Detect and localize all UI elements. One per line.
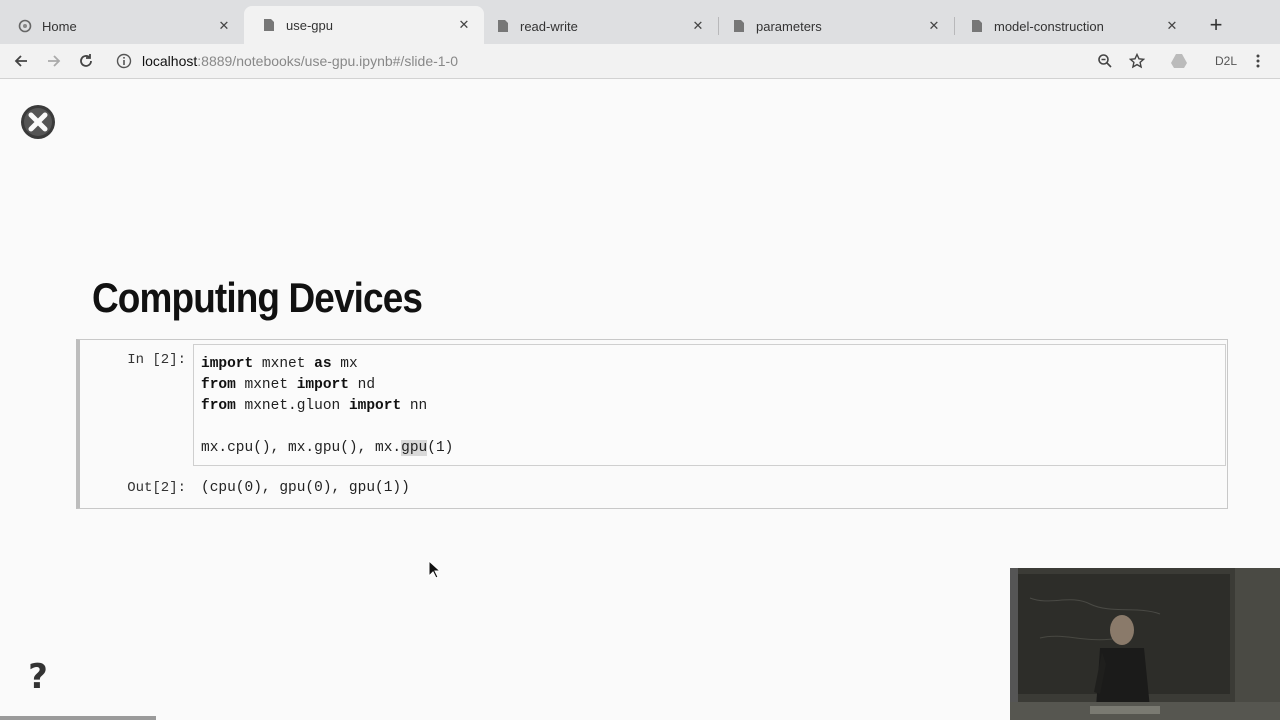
new-tab-icon[interactable]: + bbox=[1204, 12, 1228, 37]
cell-output: (cpu(0), gpu(0), gpu(1)) bbox=[201, 480, 410, 496]
code-text: (1) bbox=[427, 440, 454, 456]
output-prompt: Out[2]: bbox=[127, 480, 186, 496]
forward-arrow-icon[interactable] bbox=[42, 49, 66, 73]
close-icon[interactable]: ✕ bbox=[216, 18, 232, 34]
d2l-extension-button[interactable]: D2L bbox=[1210, 49, 1242, 73]
keyword: import bbox=[296, 377, 349, 393]
code-line: import mxnet as mx bbox=[201, 354, 1225, 375]
zoom-icon[interactable] bbox=[1093, 49, 1117, 73]
tab-label: parameters bbox=[756, 18, 822, 34]
tab-strip: Home ✕ use-gpu ✕ read-write ✕ parameters… bbox=[0, 0, 1280, 44]
code-line: from mxnet.gluon import nn bbox=[201, 396, 1225, 417]
drive-extension-icon[interactable] bbox=[1167, 49, 1191, 73]
notebook-icon bbox=[262, 18, 276, 32]
code-text: nn bbox=[401, 398, 428, 414]
input-prompt: In [2]: bbox=[127, 352, 186, 368]
help-icon[interactable]: ? bbox=[24, 660, 52, 694]
slide-title: Computing Devices bbox=[92, 274, 423, 321]
bookmark-star-icon[interactable] bbox=[1125, 49, 1149, 73]
keyword: import bbox=[348, 398, 402, 414]
more-menu-icon[interactable] bbox=[1246, 49, 1270, 73]
tab-use-gpu[interactable]: use-gpu ✕ bbox=[244, 6, 484, 44]
code-line: from mxnet import nd bbox=[201, 375, 1225, 396]
extension-label: D2L bbox=[1214, 54, 1237, 68]
code-text: mx bbox=[331, 356, 358, 372]
scroll-progress bbox=[0, 716, 156, 720]
tab-read-write[interactable]: read-write ✕ bbox=[478, 8, 718, 44]
url-path: :8889/notebooks/use-gpu.ipynb#/slide-1-0 bbox=[197, 53, 459, 69]
keyword: from bbox=[201, 377, 236, 393]
code-editor[interactable]: import mxnet as mx from mxnet import nd … bbox=[193, 344, 1226, 466]
code-line: mx.cpu(), mx.gpu(), mx.gpu(1) bbox=[201, 438, 1225, 459]
tab-label: use-gpu bbox=[286, 17, 333, 33]
tab-home[interactable]: Home ✕ bbox=[0, 8, 244, 44]
address-toolbar: localhost:8889/notebooks/use-gpu.ipynb#/… bbox=[0, 44, 1280, 79]
code-text: mx.cpu(), mx.gpu(), mx. bbox=[201, 440, 402, 456]
notebook-icon bbox=[496, 19, 510, 33]
code-text: mxnet bbox=[235, 377, 297, 393]
tab-label: Home bbox=[42, 18, 77, 34]
keyword: from bbox=[201, 398, 236, 414]
keyword: import bbox=[201, 356, 254, 372]
jupyter-icon bbox=[18, 19, 32, 33]
close-icon[interactable]: ✕ bbox=[690, 18, 706, 34]
close-icon[interactable]: ✕ bbox=[456, 17, 472, 33]
address-bar[interactable]: localhost:8889/notebooks/use-gpu.ipynb#/… bbox=[116, 50, 458, 72]
notebook-icon bbox=[970, 19, 984, 33]
reload-icon[interactable] bbox=[74, 49, 98, 73]
code-text: mxnet.gluon bbox=[235, 398, 349, 414]
code-text: nd bbox=[348, 377, 376, 393]
tab-parameters[interactable]: parameters ✕ bbox=[714, 8, 954, 44]
close-icon[interactable]: ✕ bbox=[926, 18, 942, 34]
url-host: localhost bbox=[142, 53, 198, 69]
mouse-cursor-icon bbox=[428, 559, 442, 584]
tab-label: model-construction bbox=[994, 18, 1104, 34]
presenter-video-overlay bbox=[1010, 568, 1280, 720]
tab-label: read-write bbox=[520, 18, 578, 34]
highlighted-code: gpu bbox=[401, 440, 428, 456]
notebook-icon bbox=[732, 19, 746, 33]
keyword: as bbox=[314, 356, 332, 372]
tab-model-construction[interactable]: model-construction ✕ bbox=[952, 8, 1192, 44]
close-slideshow-icon[interactable] bbox=[20, 104, 56, 140]
code-text: mxnet bbox=[253, 356, 315, 372]
close-icon[interactable]: ✕ bbox=[1164, 18, 1180, 34]
back-arrow-icon[interactable] bbox=[9, 49, 33, 73]
notebook-code-cell[interactable]: In [2]: import mxnet as mx from mxnet im… bbox=[76, 339, 1228, 509]
info-icon[interactable] bbox=[116, 53, 132, 69]
